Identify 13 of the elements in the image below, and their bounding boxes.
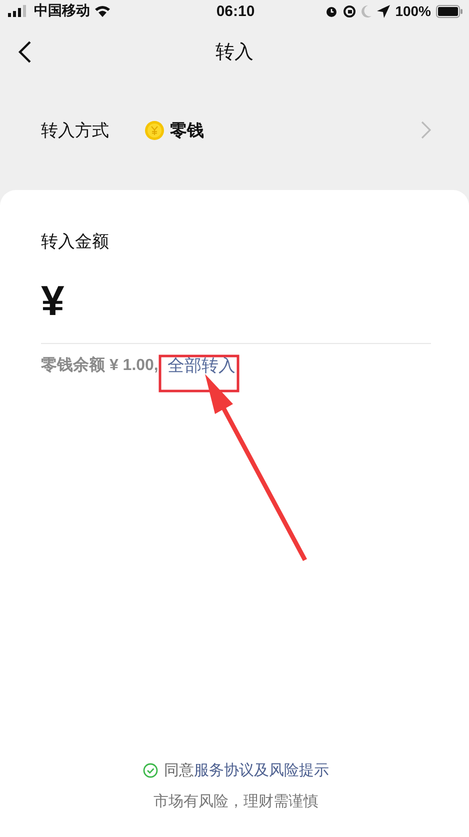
page-title: 转入 bbox=[216, 41, 254, 65]
battery-percent: 100% bbox=[395, 3, 431, 19]
method-label: 转入方式 bbox=[41, 120, 110, 142]
balance-text: 零钱余额 ¥ 1.00, bbox=[41, 355, 158, 376]
risk-notice: 市场有风险，理财需谨慎 bbox=[152, 792, 320, 811]
agreement-text: 同意 bbox=[164, 762, 194, 779]
method-value[interactable]: 零钱 bbox=[170, 118, 421, 142]
agreement-link[interactable]: 服务协议及风险提示 bbox=[194, 762, 329, 779]
amount-label: 转入金额 bbox=[41, 231, 110, 253]
transfer-all-link[interactable]: 全部转入 bbox=[163, 354, 240, 377]
amount-field[interactable]: ¥ bbox=[41, 277, 64, 325]
clock-time: 06:10 bbox=[216, 2, 255, 20]
carrier-name: 中国移动 bbox=[34, 2, 90, 20]
